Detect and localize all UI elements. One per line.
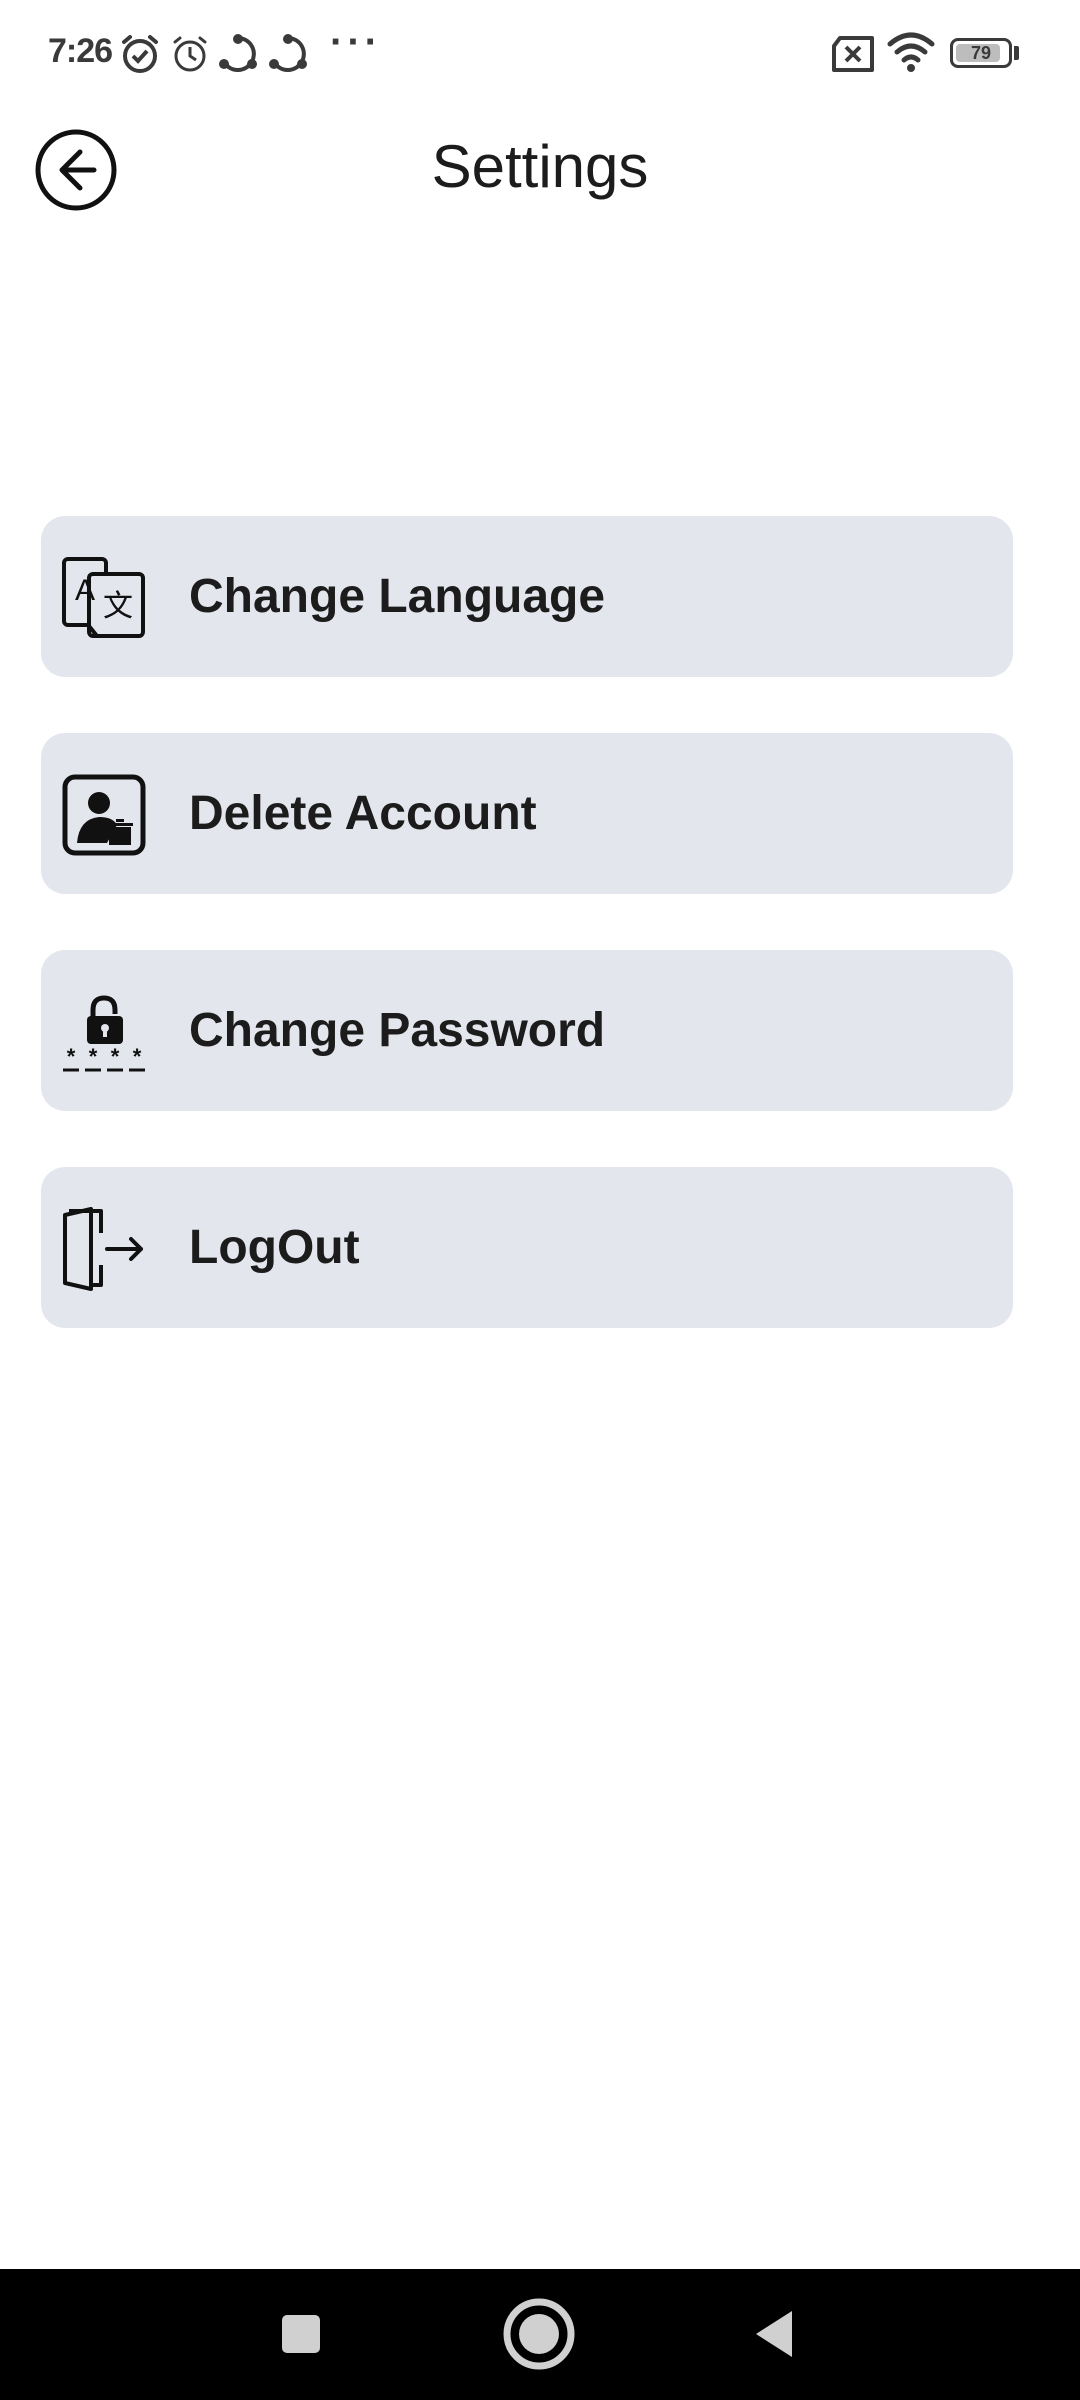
change-password-button[interactable]: * * * * Change Password xyxy=(41,950,1013,1111)
no-sim-icon xyxy=(832,36,874,72)
logout-icon xyxy=(63,1207,143,1291)
wifi-icon xyxy=(887,32,935,72)
recents-button[interactable] xyxy=(266,2299,336,2369)
svg-text:文: 文 xyxy=(103,590,133,623)
settings-screen: 7:26 ··· 79 Settings A 文 Change Language… xyxy=(0,0,1080,2400)
back-nav-button[interactable] xyxy=(740,2299,810,2369)
svg-text:A: A xyxy=(75,574,95,607)
status-bar: 7:26 ··· 79 xyxy=(0,0,1080,110)
battery-tip xyxy=(1014,46,1019,60)
settings-item-label: Change Password xyxy=(189,1004,606,1057)
status-time: 7:26 xyxy=(48,32,113,70)
page-title: Settings xyxy=(431,133,649,200)
svg-text:*: * xyxy=(111,1044,120,1069)
settings-item-label: LogOut xyxy=(189,1221,360,1274)
change-language-button[interactable]: A 文 Change Language xyxy=(41,516,1013,677)
alarm-clock-icon xyxy=(173,36,207,72)
battery-level: 79 xyxy=(970,43,992,63)
settings-item-label: Change Language xyxy=(189,570,606,623)
logout-button[interactable]: LogOut xyxy=(41,1167,1013,1328)
translate-icon: A 文 xyxy=(62,557,145,638)
svg-text:*: * xyxy=(89,1044,98,1069)
settings-item-label: Delete Account xyxy=(189,787,537,840)
sync-app-icon xyxy=(219,34,257,72)
delete-account-icon xyxy=(62,774,146,856)
battery-icon: 79 xyxy=(950,38,1012,68)
svg-text:*: * xyxy=(67,1044,76,1069)
sync-app-icon-2 xyxy=(269,34,307,72)
home-button[interactable] xyxy=(500,2295,578,2373)
more-notifications-icon: ··· xyxy=(330,20,382,64)
svg-text:*: * xyxy=(133,1044,142,1069)
system-nav-bar xyxy=(0,2269,1080,2400)
password-lock-icon: * * * * xyxy=(63,995,145,1072)
settings-list: A 文 Change Language Delete Account * * *… xyxy=(41,516,1013,1384)
delete-account-button[interactable]: Delete Account xyxy=(41,733,1013,894)
alarm-check-icon xyxy=(122,35,158,73)
